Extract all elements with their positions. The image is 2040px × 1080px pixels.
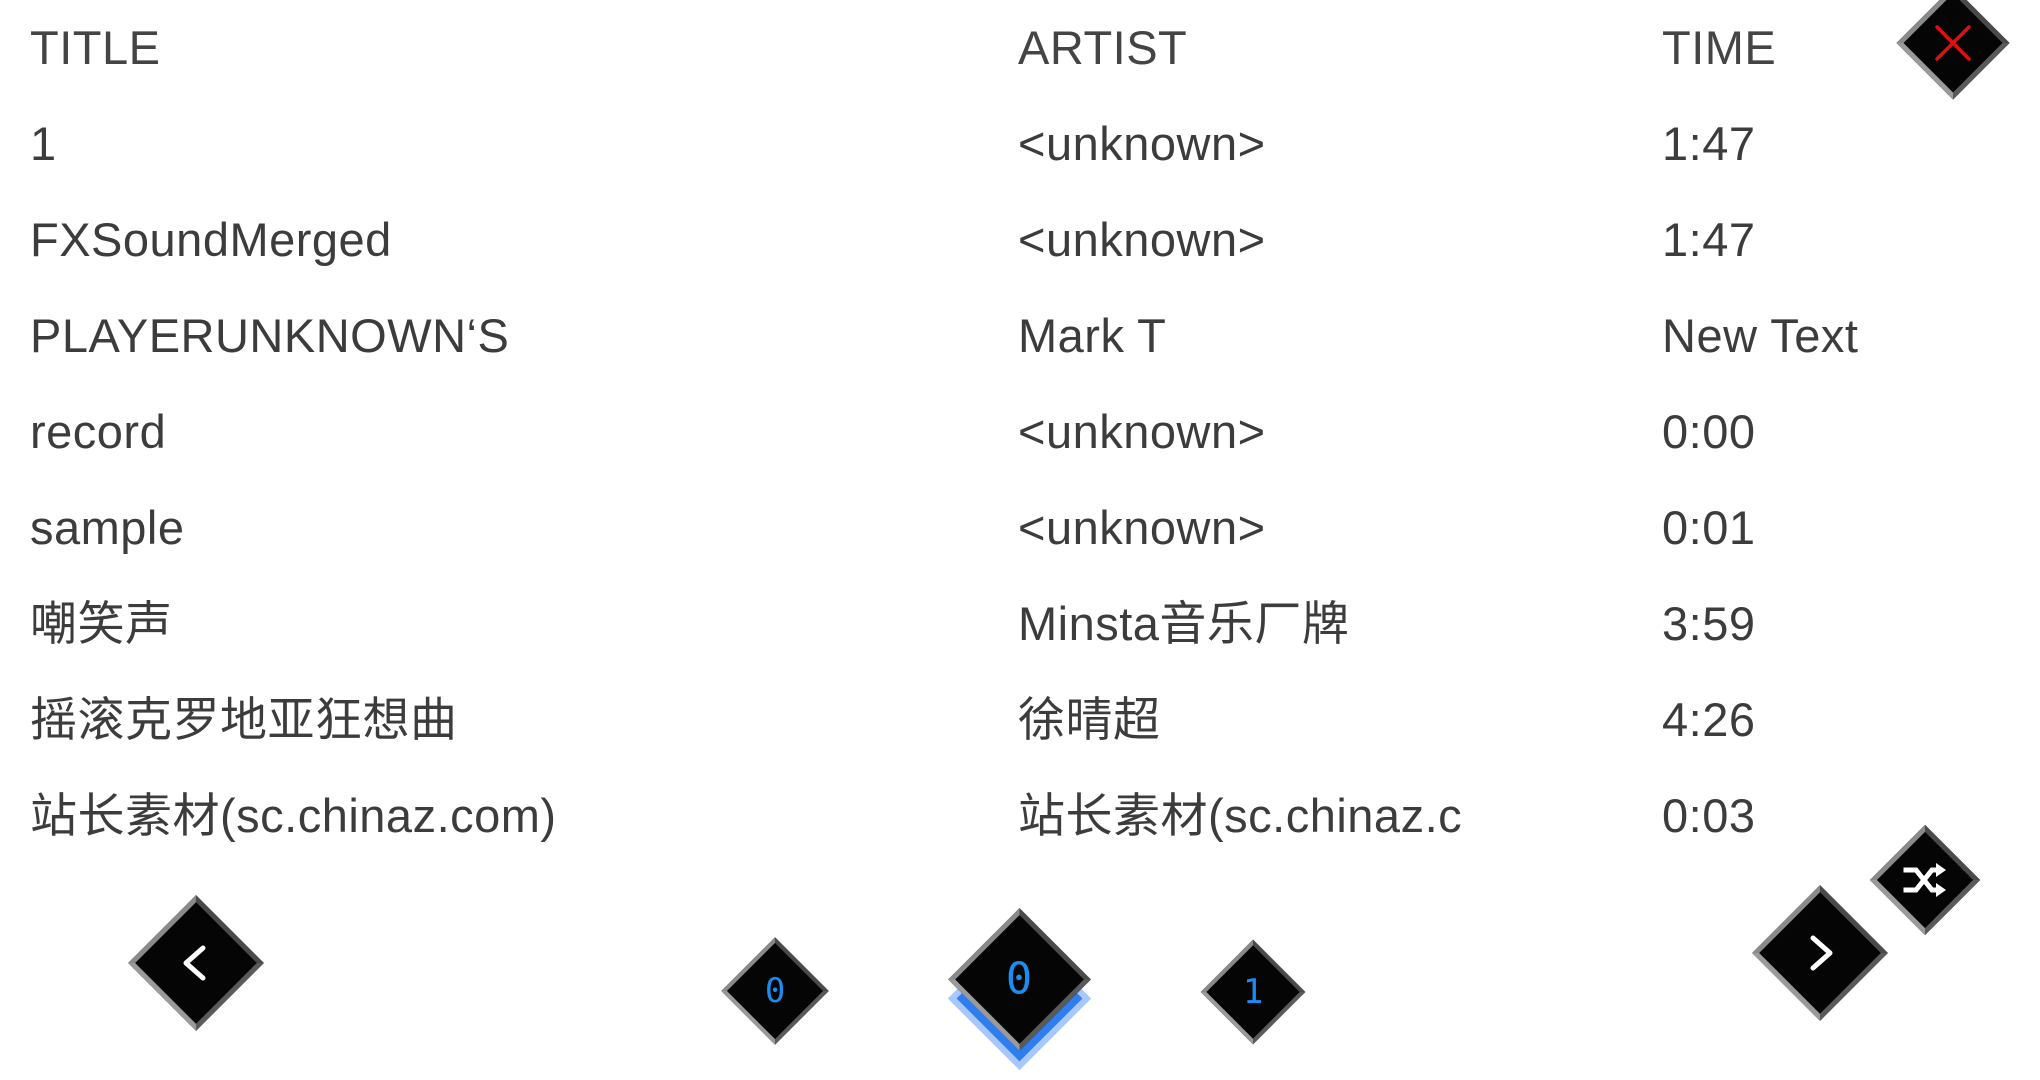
shuffle-icon [1902,860,1948,900]
next-page-button[interactable] [1752,885,1888,1021]
cell-artist: <unknown> [1018,213,1266,266]
table-row[interactable]: 摇滚克罗地亚狂想曲 徐晴超 4:26 [0,672,2040,768]
cell-title: 1 [30,117,57,170]
cell-artist: Minsta音乐厂牌 [1018,597,1350,650]
table-row[interactable]: 1 <unknown> 1:47 [0,96,2040,192]
cell-artist: Mark T [1018,309,1167,362]
cell-title: record [30,405,167,458]
table-row[interactable]: sample <unknown> 0:01 [0,480,2040,576]
cell-artist: <unknown> [1018,405,1266,458]
page-number-label: 1 [1242,971,1264,1012]
previous-page-button[interactable] [128,895,264,1031]
cell-time: New Text [1662,309,1859,362]
cell-time: 1:47 [1662,117,1756,170]
cell-time: 3:59 [1662,597,1756,650]
cell-time: 0:00 [1662,405,1756,458]
cell-artist: <unknown> [1018,117,1266,170]
playlist-table: TITLE ARTIST TIME 1 <unknown> 1:47 FXSou… [0,0,2040,842]
chevron-left-icon [173,940,219,986]
cell-title: 摇滚克罗地亚狂想曲 [30,693,458,746]
cell-title: 嘲笑声 [30,597,173,650]
cell-artist: 徐晴超 [1018,693,1161,746]
cell-time: 4:26 [1662,693,1756,746]
page-button-0-a[interactable]: 0 [721,937,829,1045]
cell-artist: 站长素材(sc.chinaz.c [1018,789,1463,842]
table-header-row: TITLE ARTIST TIME [0,0,2040,96]
page-button-1[interactable]: 1 [1200,939,1306,1045]
column-header-artist[interactable]: ARTIST [1018,0,1643,96]
table-row[interactable]: 站长素材(sc.chinaz.com) 站长素材(sc.chinaz.c 0:0… [0,768,2040,864]
cell-artist: <unknown> [1018,501,1266,554]
column-header-title[interactable]: TITLE [30,0,970,96]
cell-title: PLAYERUNKNOWN‘S [30,309,510,362]
page-number-label: 0 [764,970,786,1011]
chevron-right-icon [1797,930,1843,976]
table-row[interactable]: record <unknown> 0:00 [0,384,2040,480]
cell-title: FXSoundMerged [30,213,392,266]
close-icon [1931,21,1975,65]
table-row[interactable]: 嘲笑声 Minsta音乐厂牌 3:59 [0,576,2040,672]
cell-title: 站长素材(sc.chinaz.com) [30,789,557,842]
cell-time: 0:01 [1662,501,1756,554]
cell-title: sample [30,501,185,554]
table-row[interactable]: FXSoundMerged <unknown> 1:47 [0,192,2040,288]
cell-time: 1:47 [1662,213,1756,266]
table-row[interactable]: PLAYERUNKNOWN‘S Mark T New Text [0,288,2040,384]
page-number-label: 0 [1006,953,1033,1005]
page-button-0-selected[interactable]: 0 [948,908,1091,1051]
